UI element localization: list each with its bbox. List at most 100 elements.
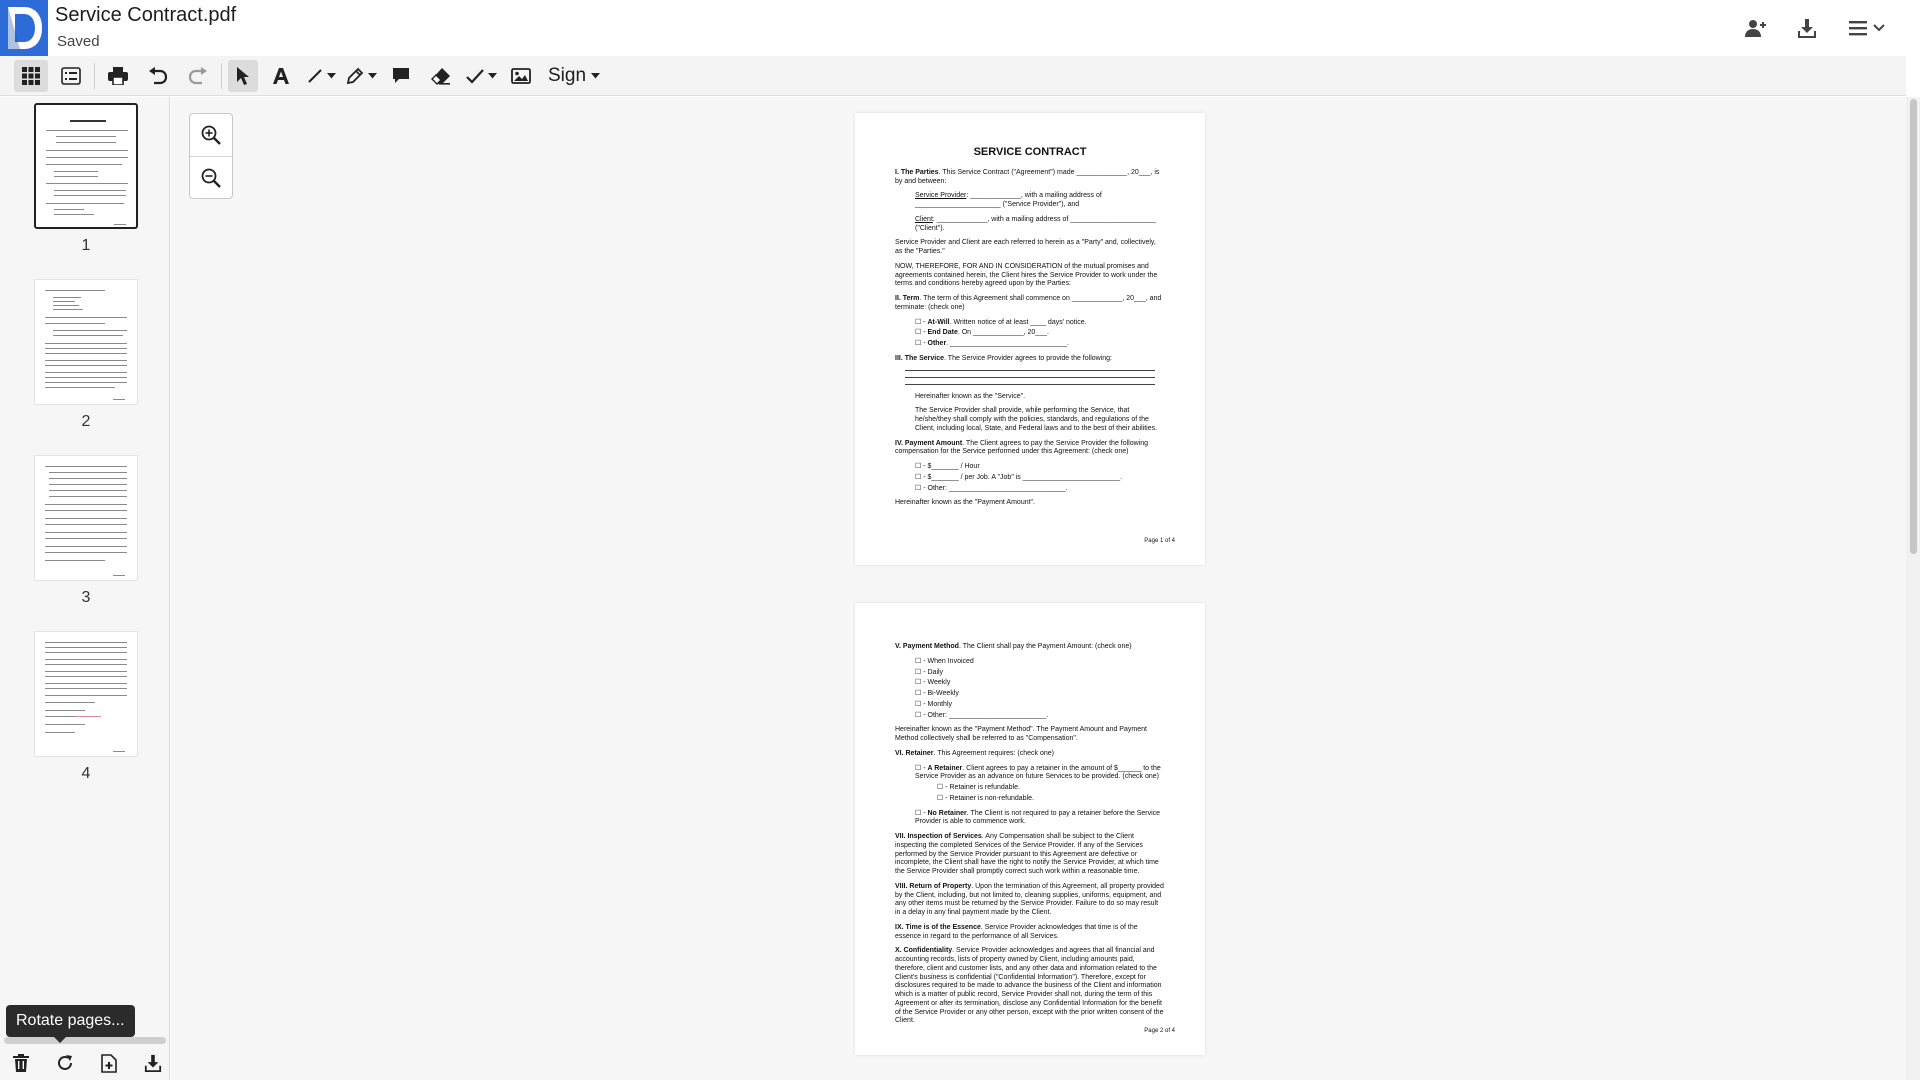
add-page-button[interactable]: [98, 1052, 120, 1074]
sign-dropdown-button[interactable]: Sign: [544, 60, 604, 92]
file-title[interactable]: Service Contract.pdf: [55, 4, 236, 27]
option-label: A Retainer: [927, 764, 963, 772]
image-tool-button[interactable]: [504, 60, 538, 92]
comment-tool-button[interactable]: [384, 60, 418, 92]
retainer-sub-options: ☐ - Retainer is refundable. ☐ - Retainer…: [895, 784, 1165, 804]
page-footer: Page 2 of 4: [1144, 1027, 1175, 1034]
section-heading: VII. Inspection of Services: [895, 833, 982, 840]
page-thumbnail-4[interactable]: 4: [34, 631, 138, 783]
zoom-out-button[interactable]: [190, 156, 232, 198]
section-heading: V. Payment Method: [895, 643, 959, 650]
paragraph-text: . The Service Provider agrees to provide…: [944, 354, 1112, 362]
list-item: ☐ - $_______ / per Job. A "Job" is _____…: [915, 473, 1123, 481]
term-options: ☐ - At-Will. Written notice of at least …: [895, 319, 1165, 349]
toolbar-separator: [221, 62, 222, 89]
payment-method-options: ☐ - When Invoiced ☐ - Daily ☐ - Weekly ☐…: [895, 658, 1165, 721]
list-view-button[interactable]: [54, 60, 88, 92]
grid-view-button[interactable]: [14, 59, 48, 92]
list-item: ☐ - Retainer is non-refundable.: [937, 794, 1034, 802]
page-footer: Page 1 of 4: [1144, 537, 1175, 544]
rotate-pages-button[interactable]: [54, 1052, 76, 1074]
app-logo[interactable]: [0, 0, 48, 56]
option-text: . ______________________________.: [946, 340, 1069, 347]
option-label: At-Will: [927, 318, 950, 326]
download-icon: [1797, 18, 1817, 38]
toolbar: Sign: [0, 56, 1906, 96]
document-page-1[interactable]: SERVICE CONTRACT I. The Parties. This Se…: [855, 113, 1205, 565]
caret-down-icon: [487, 72, 497, 79]
inspection-paragraph: VII. Inspection of Services. Any Compens…: [895, 833, 1165, 877]
toolbar-separator: [94, 62, 95, 89]
thumbnail-image: [34, 279, 138, 405]
app-header: Service Contract.pdf Saved: [0, 0, 1920, 56]
return-property-paragraph: VIII. Return of Property. Upon the termi…: [895, 883, 1165, 918]
scrollbar-thumb[interactable]: [1910, 99, 1917, 554]
section-heading: III. The Service: [895, 354, 945, 362]
line-tool-button[interactable]: [304, 60, 338, 92]
zoom-controls: [189, 113, 233, 199]
undo-icon: [148, 66, 168, 85]
blank-line: [905, 383, 1155, 385]
service-paragraph: III. The Service. The Service Provider a…: [895, 355, 1165, 364]
list-item: ☐ - At-Will. Written notice of at least …: [915, 318, 1087, 326]
zoom-in-button[interactable]: [190, 114, 232, 156]
list-item: ☐ - Bi-Weekly: [915, 690, 959, 697]
text-icon: [272, 67, 290, 85]
page-thumbnail-3[interactable]: 3: [34, 455, 138, 607]
option-label: Other: [927, 340, 947, 347]
checkmark-icon: [465, 68, 484, 84]
chevron-down-icon: [1873, 24, 1885, 32]
download-button[interactable]: [1792, 14, 1822, 42]
main-menu-button[interactable]: [1844, 14, 1890, 42]
page-number: 3: [81, 589, 91, 606]
option-text: . On _____________, 20___.: [957, 329, 1049, 337]
print-button[interactable]: [101, 60, 135, 92]
comply-paragraph: The Service Provider shall provide, whil…: [915, 407, 1158, 432]
menu-icon: [1849, 20, 1867, 36]
delete-pages-button[interactable]: [10, 1052, 32, 1074]
text-tool-button[interactable]: [264, 60, 298, 92]
parties-paragraph: I. The Parties. This Service Contract ("…: [895, 169, 1165, 187]
confidentiality-paragraph: X. Confidentiality. Service Provider ack…: [895, 947, 1165, 1026]
viewer-vertical-scrollbar[interactable]: [1906, 97, 1920, 1080]
payment-method-known-paragraph: Hereinafter known as the "Payment Method…: [895, 726, 1147, 742]
list-item: ☐ - Monthly: [915, 700, 953, 708]
eraser-tool-button[interactable]: [424, 60, 458, 92]
page-thumbnail-2[interactable]: 2: [34, 279, 138, 431]
payment-known-paragraph: Hereinafter known as the "Payment Amount…: [895, 499, 1035, 507]
rotate-pages-tooltip: Rotate pages...: [6, 1005, 135, 1043]
thumbnail-image: [34, 103, 138, 229]
zoom-out-icon: [201, 168, 221, 188]
page-thumbnails-sidebar: 1 2 3 4: [0, 97, 170, 1080]
redo-button[interactable]: [181, 60, 215, 92]
image-icon: [511, 67, 531, 84]
print-icon: [108, 66, 128, 85]
section-heading: X. Confidentiality: [895, 947, 953, 955]
undo-button[interactable]: [141, 60, 175, 92]
pointer-icon: [236, 66, 250, 86]
list-item: ☐ - Daily: [915, 668, 944, 676]
rotate-icon: [56, 1054, 74, 1072]
paragraph-text: . The Client shall pay the Payment Amoun…: [958, 643, 1132, 650]
share-button[interactable]: [1740, 14, 1770, 42]
section-heading: VI. Retainer: [895, 749, 934, 757]
pen-tool-button[interactable]: [344, 60, 378, 92]
list-item: ☐ - End Date. On _____________, 20___.: [915, 329, 1049, 337]
time-essence-paragraph: IX. Time is of the Essence. Service Prov…: [895, 924, 1165, 942]
sidebar-horizontal-scrollbar[interactable]: [4, 1037, 166, 1044]
option-label: End Date: [927, 329, 958, 337]
page-thumbnail-1[interactable]: 1: [34, 103, 138, 255]
option-label: No Retainer: [927, 809, 967, 817]
list-item: ☐ - Other: _________________________.: [915, 711, 1049, 719]
select-tool-button[interactable]: [228, 59, 258, 92]
section-heading: IV. Payment Amount: [895, 439, 963, 447]
document-page-2[interactable]: V. Payment Method. The Client shall pay …: [855, 603, 1205, 1055]
sidebar-footer: [0, 1046, 170, 1080]
service-known-paragraph: Hereinafter known as the "Service".: [915, 392, 1026, 400]
download-pages-button[interactable]: [142, 1052, 164, 1074]
retainer-option-a: ☐ - A Retainer. Client agrees to pay a r…: [915, 764, 1161, 781]
list-view-icon: [61, 66, 81, 85]
list-item: ☐ - Weekly: [915, 679, 951, 687]
checkmark-tool-button[interactable]: [464, 60, 498, 92]
paragraph-text: . The term of this Agreement shall comme…: [895, 295, 1162, 311]
